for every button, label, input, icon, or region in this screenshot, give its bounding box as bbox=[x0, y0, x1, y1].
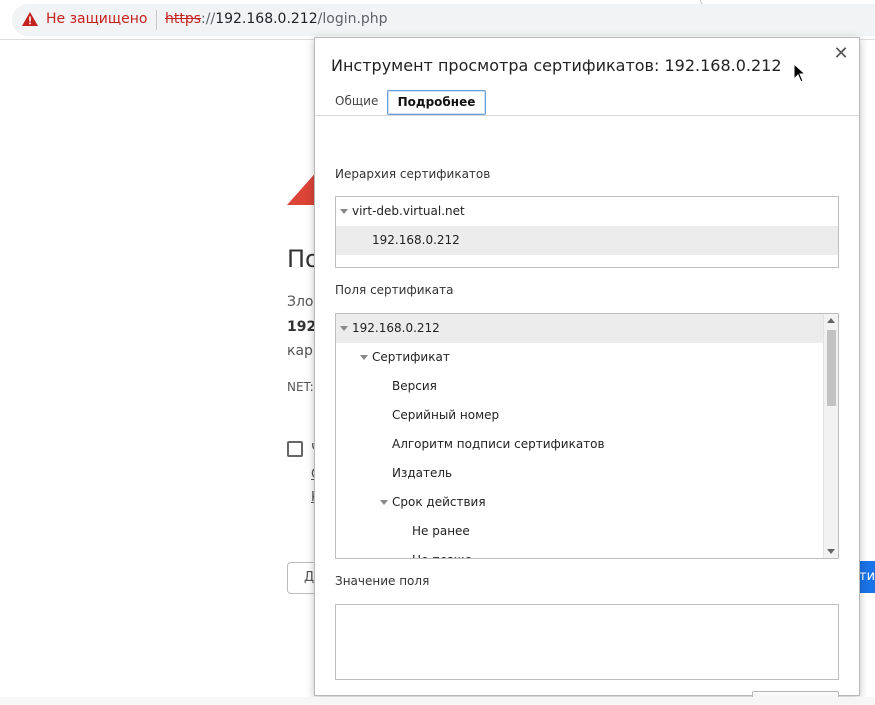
field-item[interactable]: Издатель bbox=[336, 459, 823, 488]
scroll-down-arrow-icon[interactable] bbox=[827, 549, 835, 554]
close-button[interactable]: ✕ bbox=[831, 44, 851, 64]
page-checkbox[interactable] bbox=[287, 441, 303, 457]
fields-scrollbar[interactable] bbox=[823, 314, 838, 558]
hierarchy-item-selected[interactable]: 192.168.0.212 bbox=[336, 226, 838, 255]
field-value-textarea[interactable] bbox=[335, 604, 839, 680]
url-field[interactable]: https://192.168.0.212/login.php bbox=[165, 11, 388, 27]
page-text-line-3: кар bbox=[287, 343, 313, 359]
expand-triangle-icon[interactable] bbox=[380, 500, 388, 505]
url-host: 192.168.0.212 bbox=[215, 11, 318, 27]
bottom-strip bbox=[0, 697, 875, 705]
field-item[interactable]: Серийный номер bbox=[336, 401, 823, 430]
scroll-thumb[interactable] bbox=[827, 330, 836, 406]
field-item-label: Не ранее bbox=[412, 524, 470, 538]
field-item-label: Версия bbox=[392, 379, 437, 393]
security-status-label[interactable]: Не защищено bbox=[46, 11, 147, 27]
field-item-label: 192.168.0.212 bbox=[352, 321, 440, 335]
field-item-label: Срок действия bbox=[392, 495, 486, 509]
hierarchy-label: Иерархия сертификатов bbox=[335, 167, 491, 181]
hierarchy-item[interactable]: virt-deb.virtual.net bbox=[336, 197, 838, 226]
field-item[interactable]: Не ранее bbox=[336, 517, 823, 546]
url-scheme: https bbox=[165, 11, 202, 27]
hierarchy-tree[interactable]: virt-deb.virtual.net 192.168.0.212 bbox=[335, 196, 839, 268]
field-item-label: Серийный номер bbox=[392, 408, 500, 422]
browser-toolbar: Не защищено https://192.168.0.212/login.… bbox=[0, 0, 875, 40]
certificate-viewer-dialog: Инструмент просмотра сертификатов: 192.1… bbox=[314, 37, 860, 705]
field-item[interactable]: 192.168.0.212 bbox=[336, 314, 823, 343]
field-item[interactable]: Алгоритм подписи сертификатов bbox=[336, 430, 823, 459]
field-item-label: Сертификат bbox=[372, 350, 450, 364]
dialog-title: Инструмент просмотра сертификатов: 192.1… bbox=[331, 56, 782, 75]
hierarchy-item-label: 192.168.0.212 bbox=[372, 233, 460, 247]
tab-general[interactable]: Общие bbox=[331, 90, 383, 115]
mouse-cursor-icon bbox=[793, 63, 807, 83]
page-text-line-2: 192 bbox=[287, 319, 317, 335]
expand-triangle-icon[interactable] bbox=[340, 326, 348, 331]
omnibox-separator bbox=[156, 10, 157, 30]
fields-label: Поля сертификата bbox=[335, 283, 454, 297]
expand-triangle-icon[interactable] bbox=[340, 209, 348, 214]
field-item[interactable]: Не позже bbox=[336, 546, 823, 558]
url-scheme-separator: :// bbox=[201, 11, 216, 27]
page-text-line-1: Зло bbox=[287, 294, 314, 310]
fields-tree-viewport: 192.168.0.212 Сертификат Версия Серийный… bbox=[336, 314, 823, 558]
field-item-label: Не позже bbox=[412, 546, 472, 558]
url-path: /login.php bbox=[317, 11, 388, 27]
close-icon: ✕ bbox=[833, 43, 849, 64]
field-item[interactable]: Сертификат bbox=[336, 343, 823, 372]
tab-details[interactable]: Подробнее bbox=[387, 90, 486, 115]
field-item[interactable]: Версия bbox=[336, 372, 823, 401]
warning-icon[interactable] bbox=[22, 12, 38, 26]
fields-tree[interactable]: 192.168.0.212 Сертификат Версия Серийный… bbox=[335, 313, 839, 559]
expand-triangle-icon[interactable] bbox=[360, 355, 368, 360]
hierarchy-item-label: virt-deb.virtual.net bbox=[352, 204, 465, 218]
field-item-label: Алгоритм подписи сертификатов bbox=[392, 437, 605, 451]
details-panel: Иерархия сертификатов virt-deb.virtual.n… bbox=[315, 116, 859, 705]
field-value-label: Значение поля bbox=[335, 574, 430, 588]
page-error-code: NET: bbox=[287, 380, 314, 394]
field-item[interactable]: Срок действия bbox=[336, 488, 823, 517]
field-item-label: Издатель bbox=[392, 466, 453, 480]
scroll-up-arrow-icon[interactable] bbox=[827, 318, 835, 323]
